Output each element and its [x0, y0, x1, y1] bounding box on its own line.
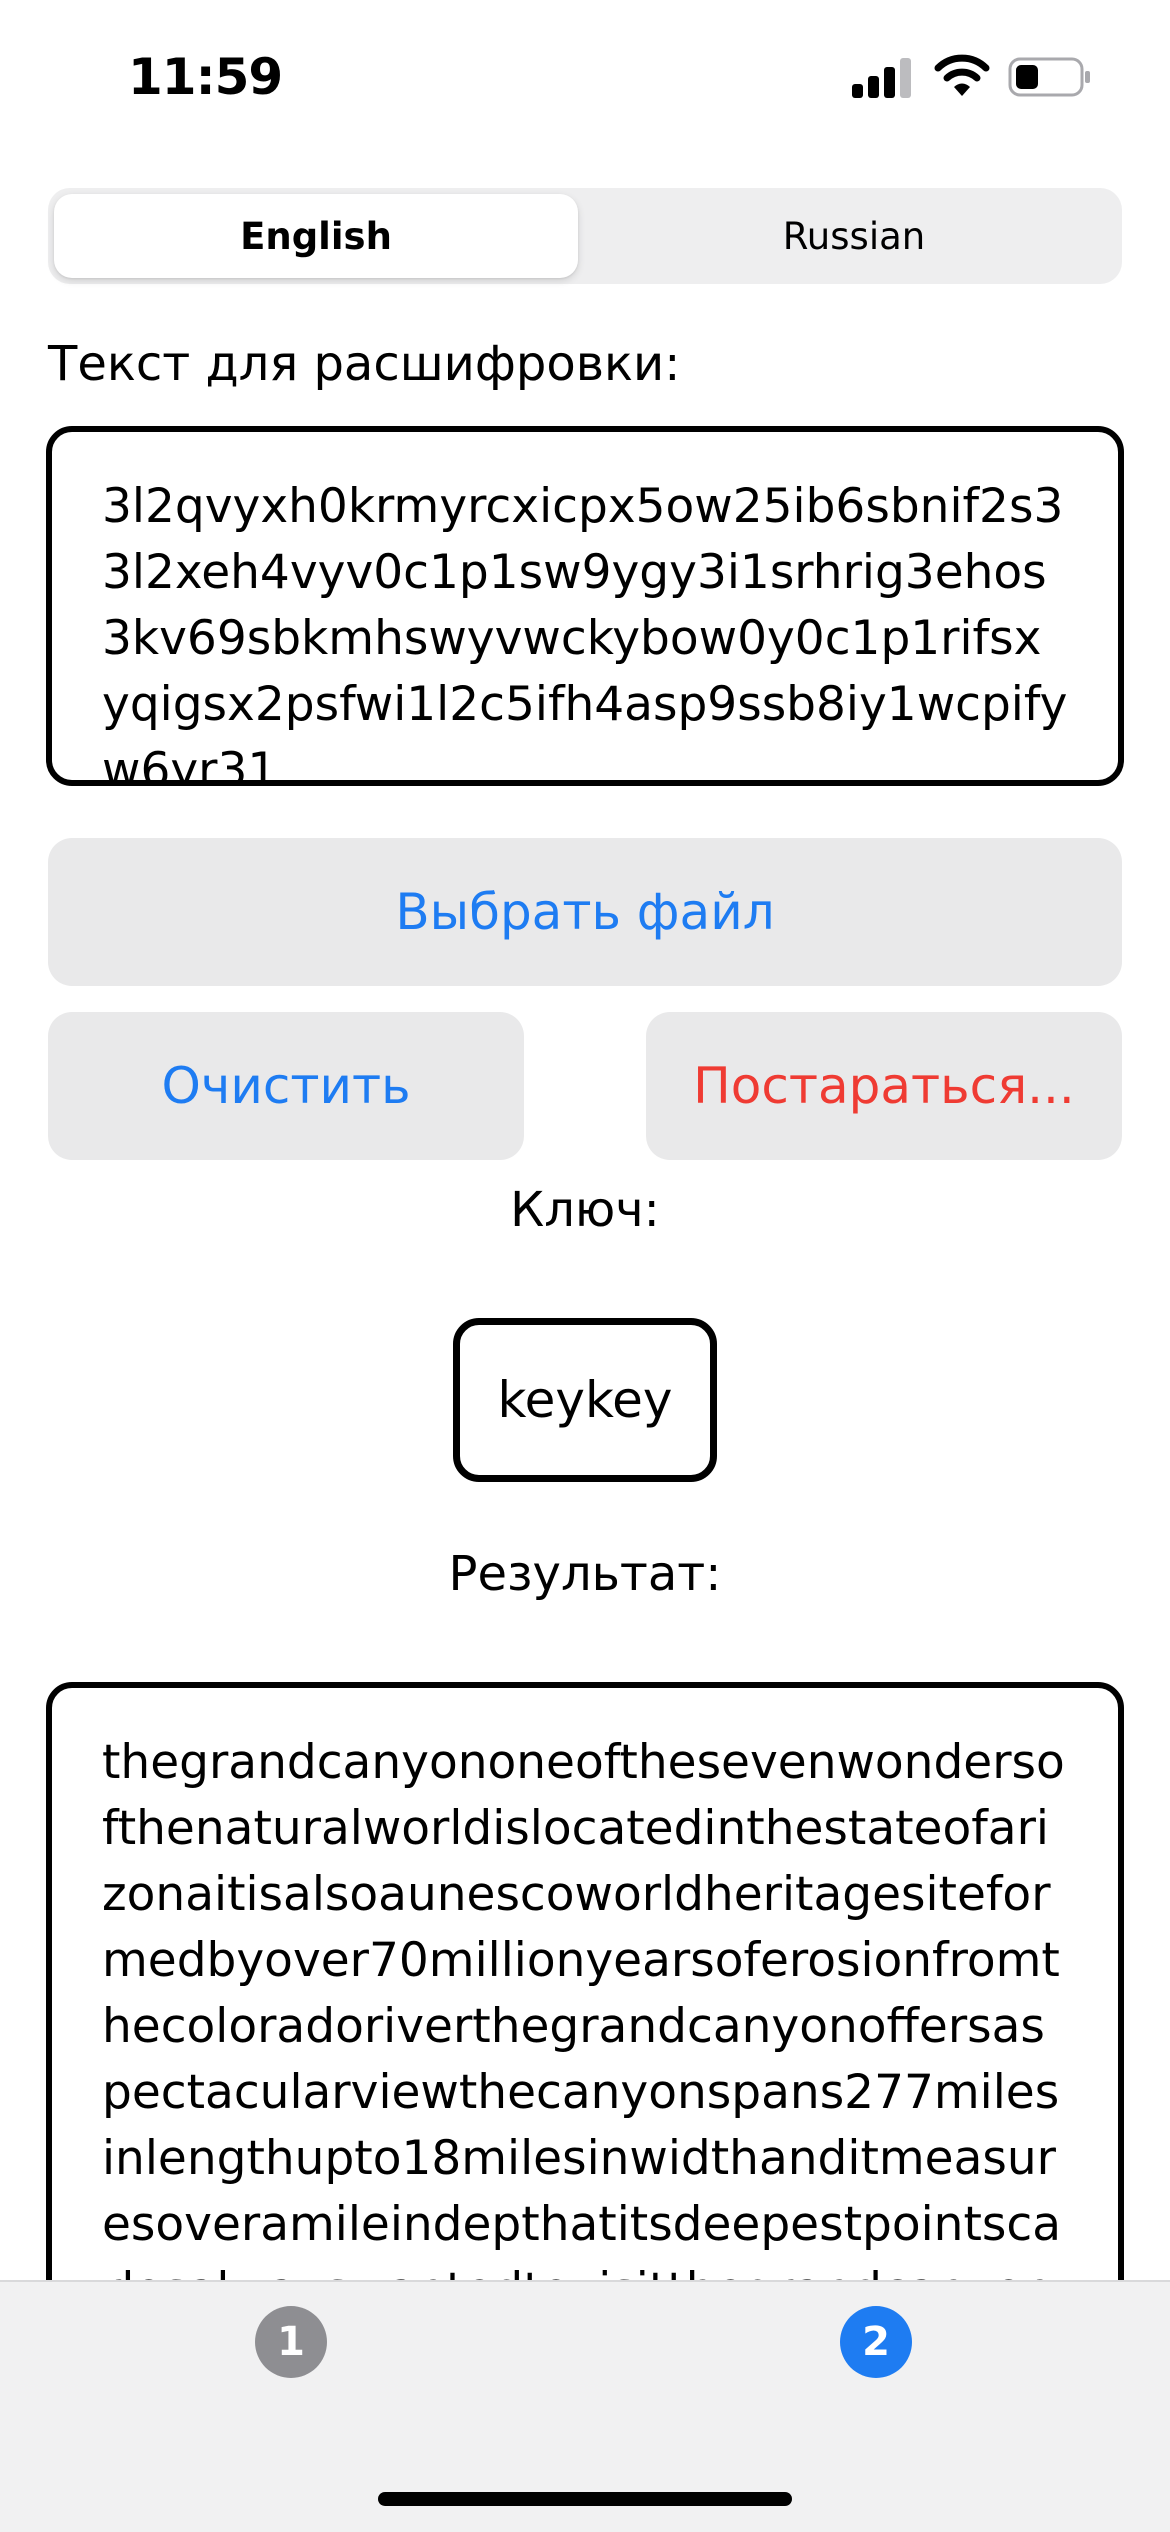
status-bar: 11:59 [0, 0, 1170, 150]
cipher-text-input[interactable]: 3l2qvyxh0krmyrcxicpx5ow25ib6sbnif2s33l2x… [46, 426, 1124, 786]
key-label: Ключ: [510, 1182, 660, 1238]
status-time: 11:59 [128, 48, 283, 106]
battery-icon [1008, 57, 1090, 97]
home-indicator [378, 2492, 792, 2506]
tab-1[interactable]: 1 [255, 2306, 327, 2378]
signal-icon [852, 58, 911, 98]
clear-button[interactable]: Очистить [48, 1012, 524, 1160]
choose-file-button[interactable]: Выбрать файл [48, 838, 1122, 986]
language-segmented-control: English Russian [48, 188, 1122, 284]
cipher-text-label: Текст для расшифровки: [48, 336, 681, 392]
screen: 11:59 English Russian Текст для расшифро… [0, 0, 1170, 2532]
wifi-icon [934, 54, 990, 96]
segment-english[interactable]: English [54, 194, 578, 278]
result-label: Результат: [448, 1546, 722, 1602]
tab-2[interactable]: 2 [840, 2306, 912, 2378]
try-decrypt-button[interactable]: Постараться... [646, 1012, 1122, 1160]
segment-russian[interactable]: Russian [592, 194, 1116, 278]
key-input[interactable]: keykey [453, 1318, 717, 1482]
